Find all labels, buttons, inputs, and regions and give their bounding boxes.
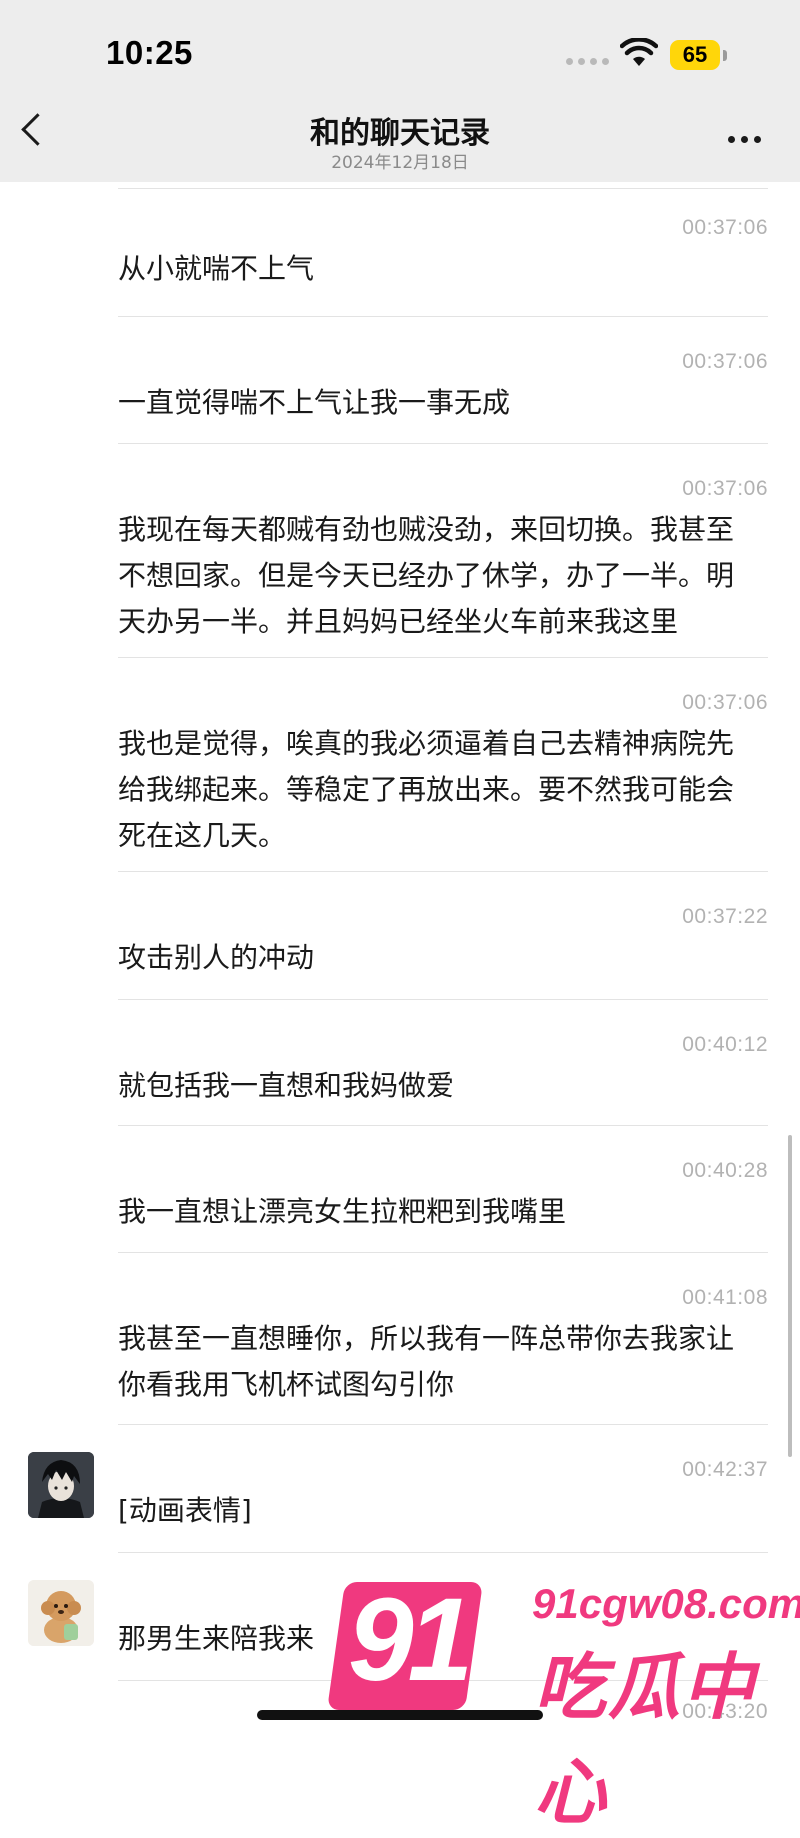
divider	[118, 188, 768, 189]
watermark-url: 91cgw08.com	[532, 1580, 800, 1627]
divider	[118, 657, 768, 658]
message-time: 00:42:37	[682, 1458, 768, 1481]
message-time: 00:37:06	[682, 477, 768, 500]
message-time: 00:37:22	[682, 905, 768, 928]
top-bar: 10:25 65 和的聊天记录 2024年12月18日	[0, 0, 800, 182]
message-time: 00:40:28	[682, 1159, 768, 1182]
more-icon[interactable]	[728, 136, 761, 143]
avatar[interactable]	[28, 1452, 94, 1518]
message-time: 00:40:12	[682, 1033, 768, 1056]
divider	[118, 1424, 768, 1425]
message-time: 00:41:08	[682, 1286, 768, 1309]
divider	[118, 999, 768, 1000]
message-text: [动画表情]	[118, 1494, 252, 1527]
watermark-number: 91	[348, 1574, 473, 1706]
scrollbar[interactable]	[788, 1135, 792, 1457]
wifi-icon	[620, 38, 658, 66]
battery-cap	[723, 50, 727, 61]
message-text: 我也是觉得，唉真的我必须逼着自己去精神病院先 给我绑起来。等稳定了再放出来。要不…	[118, 727, 735, 852]
avatar-image	[28, 1452, 94, 1518]
message-text: 一直觉得喘不上气让我一事无成	[118, 386, 511, 419]
divider	[118, 871, 768, 872]
status-time: 10:25	[106, 34, 193, 71]
message-time: 00:37:06	[682, 691, 768, 714]
avatar-image	[28, 1580, 94, 1646]
watermark-name: 吃瓜中心	[534, 1645, 757, 1834]
message-text: 我一直想让漂亮女生拉粑粑到我嘴里	[118, 1195, 567, 1228]
message-text: 攻击别人的冲动	[118, 941, 315, 974]
home-indicator[interactable]	[257, 1710, 543, 1720]
avatar[interactable]	[28, 1580, 94, 1646]
signal-icon	[566, 58, 609, 65]
message-time: 00:37:06	[682, 216, 768, 239]
message-text: 从小就喘不上气	[118, 252, 315, 285]
message-text: 我甚至一直想睡你，所以我有一阵总带你去我家让 你看我用飞机杯试图勾引你	[118, 1322, 735, 1401]
divider	[118, 1125, 768, 1126]
divider	[118, 1252, 768, 1253]
message-text: 我现在每天都贼有劲也贼没劲，来回切换。我甚至 不想回家。但是今天已经办了休学，办…	[118, 513, 735, 638]
battery-icon: 65	[670, 40, 720, 70]
message-time: 00:37:06	[682, 350, 768, 373]
divider	[118, 1552, 768, 1553]
message-text: 就包括我一直想和我妈做爱	[118, 1069, 455, 1102]
divider	[118, 443, 768, 444]
page-title: 和的聊天记录	[310, 116, 490, 151]
divider	[118, 316, 768, 317]
page-subtitle: 2024年12月18日	[331, 153, 469, 173]
